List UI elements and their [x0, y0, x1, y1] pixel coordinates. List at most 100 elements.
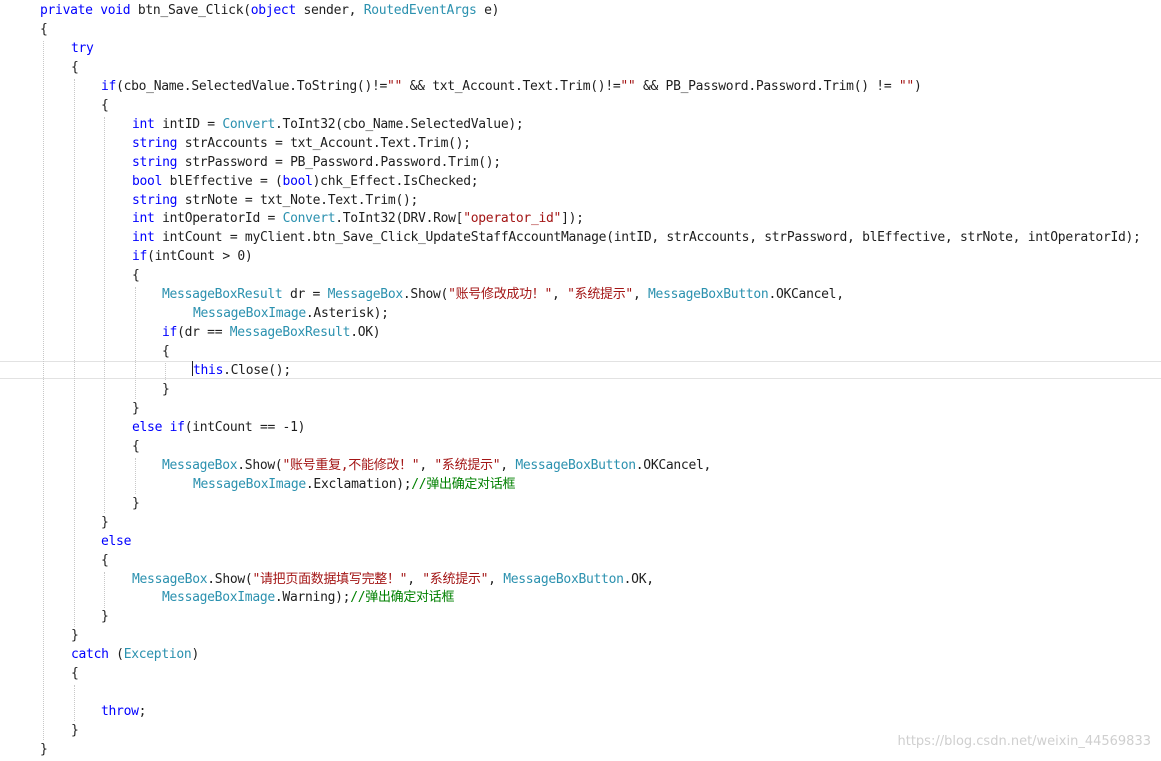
code-line[interactable]: private void btn_Save_Click(object sende… [40, 1, 499, 20]
string-token: "系统提示" [422, 572, 489, 587]
code-token: } [40, 742, 48, 757]
code-line[interactable]: if(intCount > 0) [132, 247, 253, 266]
string-token: "账号修改成功！" [448, 287, 553, 302]
code-line[interactable]: } [71, 626, 79, 645]
code-editor[interactable]: private void btn_Save_Click(object sende… [0, 0, 1161, 761]
code-line[interactable]: { [162, 342, 170, 361]
code-line[interactable]: } [101, 607, 109, 626]
keyword-token: if [132, 249, 148, 264]
code-line[interactable]: int intCount = myClient.btn_Save_Click_U… [132, 228, 1141, 247]
code-token: .Show( [402, 287, 449, 302]
code-token: (cbo_Name.SelectedValue.ToString()!= [116, 79, 388, 94]
code-line[interactable]: { [71, 58, 79, 77]
code-token: { [71, 666, 79, 681]
code-line[interactable]: try [71, 39, 94, 58]
code-token: ( [108, 647, 124, 662]
code-line[interactable]: } [132, 494, 140, 513]
code-token: , [500, 458, 516, 473]
type-token: MessageBoxImage [162, 590, 275, 605]
keyword-token: else [101, 534, 132, 549]
code-line[interactable]: MessageBoxResult dr = MessageBox.Show("账… [162, 285, 844, 304]
code-line[interactable]: catch (Exception) [71, 645, 199, 664]
code-line[interactable]: int intID = Convert.ToInt32(cbo_Name.Sel… [132, 115, 524, 134]
code-token: strPassword = PB_Password.Password.Trim(… [177, 155, 501, 170]
code-token: intID = [154, 117, 223, 132]
code-line[interactable]: } [71, 721, 79, 740]
code-line[interactable]: if(dr == MessageBoxResult.OK) [162, 323, 381, 342]
code-token: )chk_Effect.IsChecked; [312, 174, 479, 189]
code-line[interactable]: string strAccounts = txt_Account.Text.Tr… [132, 134, 471, 153]
code-token: } [101, 515, 109, 530]
code-token: ) [191, 647, 199, 662]
code-line[interactable]: } [162, 380, 170, 399]
code-line[interactable]: { [40, 20, 48, 39]
code-token: .ToInt32(cbo_Name.SelectedValue); [275, 117, 524, 132]
code-token: strAccounts = txt_Account.Text.Trim(); [177, 136, 471, 151]
code-token: .OKCancel, [768, 287, 844, 302]
string-token: "" [387, 79, 403, 94]
code-token: { [132, 439, 140, 454]
code-line[interactable]: MessageBox.Show("账号重复,不能修改！", "系统提示", Me… [162, 456, 711, 475]
indent-guide [135, 287, 136, 399]
code-token: .ToInt32(DRV.Row[ [335, 211, 464, 226]
keyword-token: int [132, 211, 155, 226]
code-token: ) [913, 79, 922, 94]
code-line[interactable]: this.Close(); [192, 361, 291, 380]
code-line[interactable]: MessageBoxImage.Warning);//弹出确定对话框 [162, 588, 454, 607]
code-line[interactable]: bool blEffective = (bool)chk_Effect.IsCh… [132, 172, 479, 191]
keyword-token: bool [132, 174, 163, 189]
code-token: .OK, [623, 572, 654, 587]
code-line[interactable]: MessageBox.Show("请把页面数据填写完整！", "系统提示", M… [132, 570, 654, 589]
comment-token: //弹出确定对话框 [411, 477, 516, 492]
type-token: MessageBoxResult [162, 287, 283, 302]
code-token: , [407, 572, 423, 587]
code-line[interactable]: { [132, 266, 140, 285]
type-token: MessageBox [132, 572, 208, 587]
comment-token: //弹出确定对话框 [350, 590, 455, 605]
keyword-token: if [169, 420, 185, 435]
code-token: { [132, 268, 140, 283]
keyword-token: object [250, 3, 296, 18]
code-token: .Asterisk); [305, 306, 389, 321]
indent-guide [43, 41, 44, 740]
code-line[interactable]: MessageBoxImage.Asterisk); [193, 304, 389, 323]
code-line[interactable]: } [132, 399, 140, 418]
code-line[interactable]: string strPassword = PB_Password.Passwor… [132, 153, 501, 172]
code-token: } [71, 628, 79, 643]
type-token: MessageBox [162, 458, 238, 473]
code-line[interactable]: } [40, 740, 48, 759]
keyword-token: string [132, 136, 178, 151]
code-token: , [419, 458, 435, 473]
code-token: intCount = myClient.btn_Save_Click_Updat… [154, 230, 1141, 245]
code-line[interactable]: throw; [101, 702, 146, 721]
code-token: strNote = txt_Note.Text.Trim(); [177, 193, 419, 208]
code-token: ]); [561, 211, 584, 226]
code-token: { [71, 60, 79, 75]
code-token: , [552, 287, 568, 302]
code-token: intOperatorId = [154, 211, 283, 226]
code-line[interactable]: if(cbo_Name.SelectedValue.ToString()!=""… [101, 77, 922, 96]
string-token: "operator_id" [463, 211, 562, 226]
code-token: && PB_Password.Password.Trim() != [635, 79, 899, 94]
type-token: Convert [222, 117, 276, 132]
code-line[interactable]: int intOperatorId = Convert.ToInt32(DRV.… [132, 209, 584, 228]
code-line[interactable]: else if(intCount == -1) [132, 418, 305, 437]
keyword-token: if [162, 325, 178, 340]
keyword-token: int [132, 230, 155, 245]
code-line[interactable]: MessageBoxImage.Exclamation);//弹出确定对话框 [193, 475, 516, 494]
indent-guide [104, 117, 105, 513]
code-line[interactable]: else [101, 532, 131, 551]
type-token: Convert [282, 211, 336, 226]
code-line[interactable]: { [101, 96, 109, 115]
keyword-token: bool [282, 174, 313, 189]
code-line[interactable]: { [71, 664, 79, 683]
code-line[interactable]: { [101, 551, 109, 570]
watermark: https://blog.csdn.net/weixin_44569833 [897, 734, 1151, 749]
code-line[interactable]: } [101, 513, 109, 532]
keyword-token: throw [101, 704, 139, 719]
type-token: MessageBoxImage [193, 477, 306, 492]
keyword-token: int [132, 117, 155, 132]
code-line[interactable]: { [132, 437, 140, 456]
code-line[interactable]: string strNote = txt_Note.Text.Trim(); [132, 191, 418, 210]
